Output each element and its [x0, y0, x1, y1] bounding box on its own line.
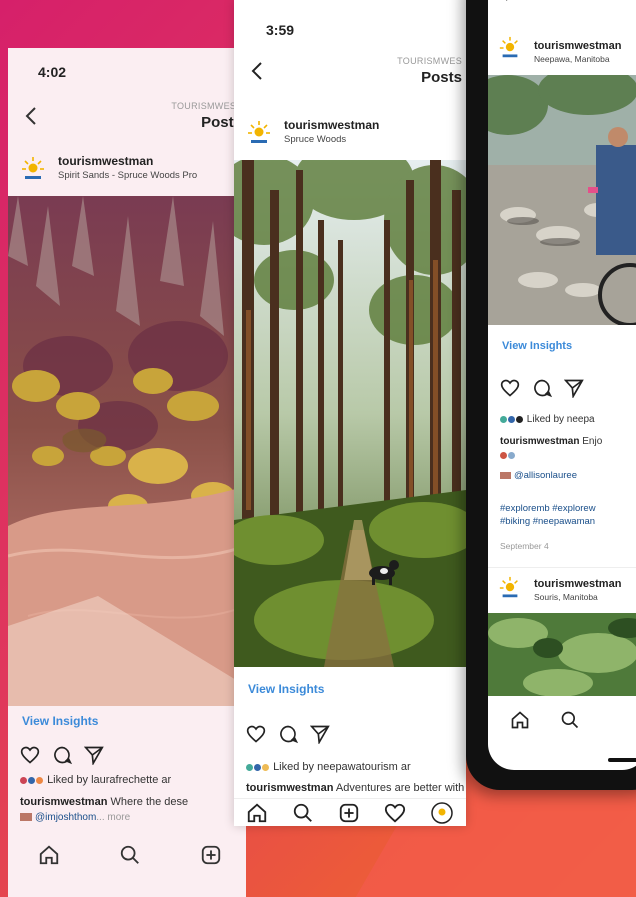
- bottom-tab-bar: [8, 832, 246, 878]
- camera-emoji: [20, 813, 32, 822]
- bottom-tab-bar: [234, 798, 466, 826]
- header-account-label: TOURISMWES: [397, 56, 462, 66]
- post-header-2: tourismwestman Souris, Manitoba: [488, 567, 636, 613]
- post-location[interactable]: Spirit Sands - Spruce Woods Pro: [58, 170, 197, 181]
- view-insights-link[interactable]: View Insights: [502, 340, 572, 352]
- post-caption: tourismwestman Adventures are better wit…: [246, 782, 466, 794]
- post-photo-2[interactable]: [488, 613, 636, 696]
- add-icon[interactable]: [338, 802, 360, 824]
- share-icon[interactable]: [564, 378, 584, 398]
- bottom-tab-bar: [488, 700, 636, 740]
- status-time: 4:02: [38, 64, 67, 80]
- page-title: Posts: [421, 69, 462, 86]
- account-avatar[interactable]: [498, 36, 522, 60]
- home-icon[interactable]: [38, 844, 60, 866]
- search-icon[interactable]: [119, 844, 141, 866]
- account-name[interactable]: tourismwestman: [534, 578, 621, 590]
- back-icon[interactable]: [250, 61, 264, 86]
- account-avatar[interactable]: [20, 156, 46, 182]
- post-location[interactable]: Spruce Woods: [284, 134, 346, 145]
- post-caption: tourismwestman Enjo: [500, 436, 603, 447]
- post-header: tourismwestman Spirit Sands - Spruce Woo…: [8, 148, 246, 194]
- account-name[interactable]: tourismwestman: [534, 40, 621, 52]
- post-location[interactable]: Souris, Manitoba: [534, 592, 598, 602]
- share-icon[interactable]: [310, 724, 330, 744]
- camera-emoji: [500, 471, 511, 479]
- back-icon[interactable]: [502, 0, 516, 13]
- search-icon[interactable]: [292, 802, 314, 824]
- likes-summary[interactable]: Liked by neepawatourism ar: [246, 761, 411, 773]
- caption-mention-line: @allisonlauree: [500, 470, 577, 481]
- post-date: September 4: [500, 541, 549, 551]
- post-location[interactable]: Neepawa, Manitoba: [534, 54, 610, 64]
- view-insights-link[interactable]: View Insights: [22, 714, 98, 728]
- comment-icon[interactable]: [52, 745, 72, 765]
- comment-icon[interactable]: [532, 378, 552, 398]
- home-icon[interactable]: [246, 802, 268, 824]
- account-name[interactable]: tourismwestman: [284, 118, 379, 132]
- header-account-label: TOURISMWEST: [171, 101, 242, 111]
- profile-icon[interactable]: [430, 801, 454, 825]
- post-actions: [246, 724, 330, 744]
- post-actions: [500, 378, 584, 398]
- hashtags-line-2[interactable]: #biking #neepawaman: [500, 515, 595, 528]
- phone-screen-3: tourismwestman Neepawa, Manitoba View In…: [488, 0, 636, 770]
- post-actions: [20, 745, 104, 765]
- post-caption: tourismwestman Where the dese: [20, 796, 189, 808]
- heart-icon[interactable]: [246, 724, 266, 744]
- heart-icon[interactable]: [384, 802, 406, 824]
- post-photo[interactable]: [8, 196, 246, 706]
- search-icon[interactable]: [560, 710, 580, 730]
- status-time: 3:59: [266, 22, 295, 38]
- emoji-line: [500, 450, 516, 460]
- account-avatar[interactable]: [498, 576, 522, 600]
- heart-icon[interactable]: [20, 745, 40, 765]
- post-photo[interactable]: [234, 160, 466, 667]
- account-avatar[interactable]: [246, 120, 272, 146]
- back-icon[interactable]: [24, 106, 38, 131]
- hashtags-line-1[interactable]: #exploremb #explorew: [500, 502, 596, 515]
- share-icon[interactable]: [84, 745, 104, 765]
- likes-summary[interactable]: Liked by neepa: [500, 414, 595, 425]
- post-header: tourismwestman Neepawa, Manitoba: [488, 28, 636, 74]
- phone-screen-1: 4:02 TOURISMWEST Posts tourismwestman Sp…: [8, 48, 246, 897]
- view-insights-link[interactable]: View Insights: [248, 682, 324, 696]
- add-icon[interactable]: [200, 844, 222, 866]
- likes-summary[interactable]: Liked by laurafrechette ar: [20, 774, 171, 786]
- account-name[interactable]: tourismwestman: [58, 154, 153, 168]
- heart-icon[interactable]: [500, 378, 520, 398]
- phone-screen-2: 3:59 TOURISMWES Posts tourismwestman Spr…: [234, 0, 466, 826]
- home-icon[interactable]: [510, 710, 530, 730]
- caption-mention-line: @imjoshthom... more: [20, 812, 130, 823]
- post-photo[interactable]: [488, 75, 636, 325]
- comment-icon[interactable]: [278, 724, 298, 744]
- post-header: tourismwestman Spruce Woods: [234, 112, 466, 158]
- home-indicator: [608, 758, 636, 762]
